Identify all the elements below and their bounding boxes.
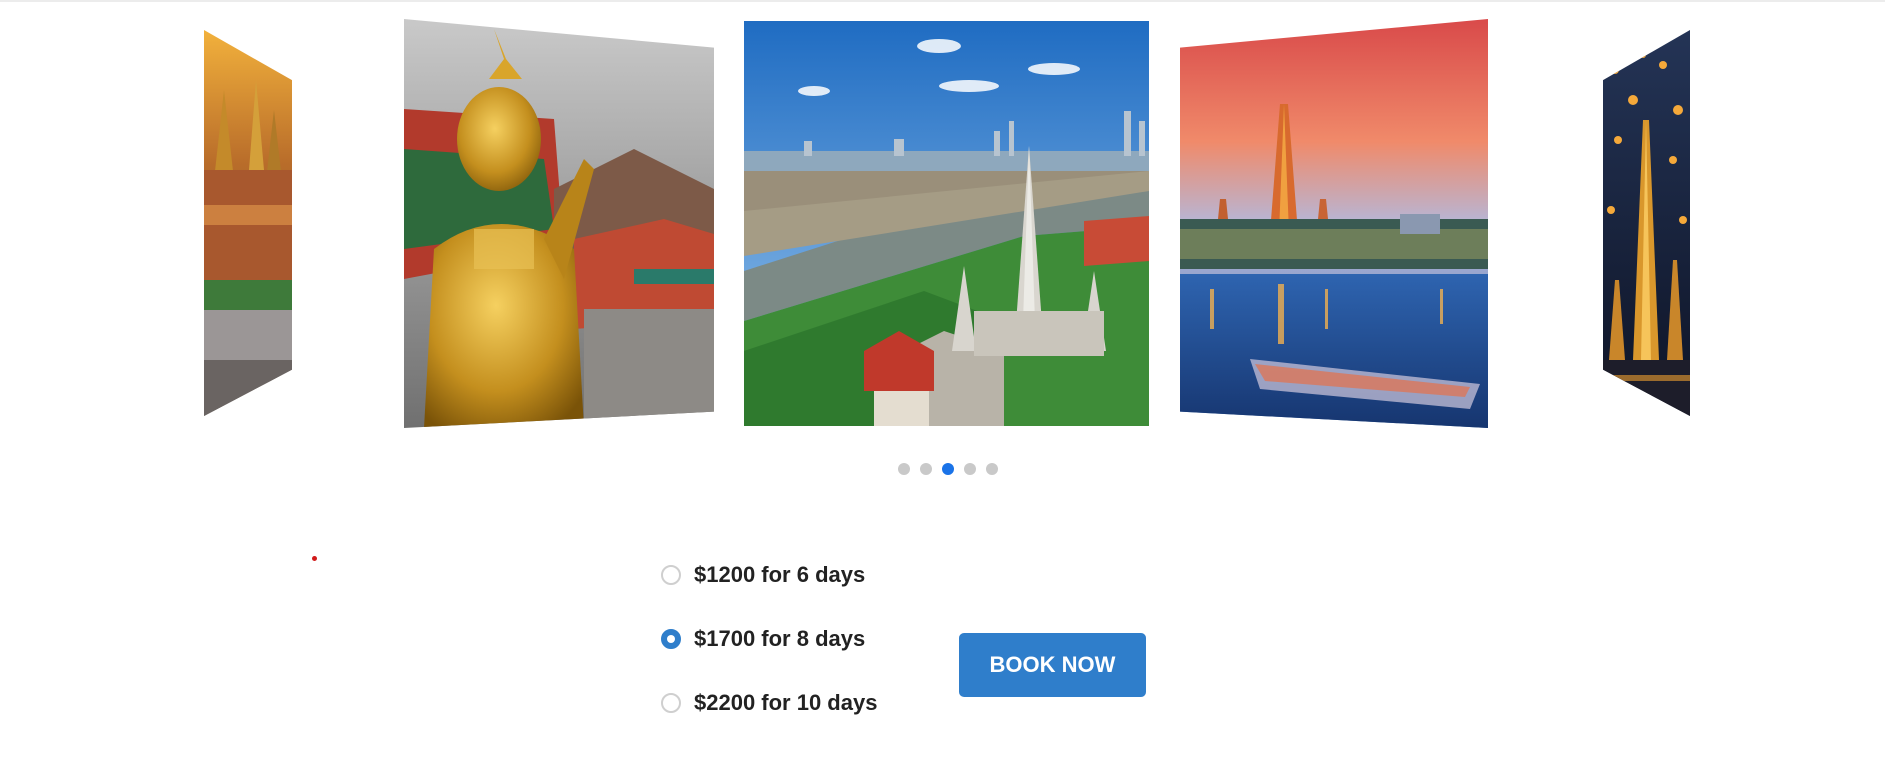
red-marker-dot — [312, 556, 317, 561]
carousel-slide-5[interactable] — [1603, 30, 1690, 416]
carousel-pagination — [898, 463, 998, 475]
golden-statue-photo — [404, 19, 714, 428]
price-option-label: $1200 for 6 days — [694, 562, 866, 587]
price-option-1[interactable]: $1200 for 6 days — [661, 560, 877, 590]
carousel-slide-3[interactable] — [744, 21, 1149, 426]
image-carousel[interactable] — [0, 0, 1885, 500]
price-option-3[interactable]: $2200 for 10 days — [661, 688, 877, 718]
carousel-slide-4[interactable] — [1180, 19, 1488, 428]
lantern-temple-photo — [1603, 30, 1690, 416]
price-option-label: $1700 for 8 days — [694, 626, 866, 651]
radio-button-selected[interactable] — [661, 629, 681, 649]
sunset-temple-river-photo — [1180, 19, 1488, 428]
carousel-dot-4[interactable] — [964, 463, 976, 475]
carousel-slide-2[interactable] — [404, 19, 714, 428]
wat-arun-aerial-photo — [744, 21, 1149, 426]
carousel-dot-2[interactable] — [920, 463, 932, 475]
carousel-dot-3[interactable] — [942, 463, 954, 475]
price-option-label: $2200 for 10 days — [694, 690, 878, 715]
carousel-dot-5[interactable] — [986, 463, 998, 475]
book-now-button[interactable]: BOOK NOW — [959, 633, 1146, 697]
radio-button[interactable] — [661, 693, 681, 713]
carousel-slide-1[interactable] — [204, 30, 292, 416]
grand-palace-photo — [204, 30, 292, 416]
price-option-2[interactable]: $1700 for 8 days — [661, 624, 877, 654]
radio-button[interactable] — [661, 565, 681, 585]
price-options: $1200 for 6 days $1700 for 8 days $2200 … — [661, 560, 877, 752]
carousel-dot-1[interactable] — [898, 463, 910, 475]
